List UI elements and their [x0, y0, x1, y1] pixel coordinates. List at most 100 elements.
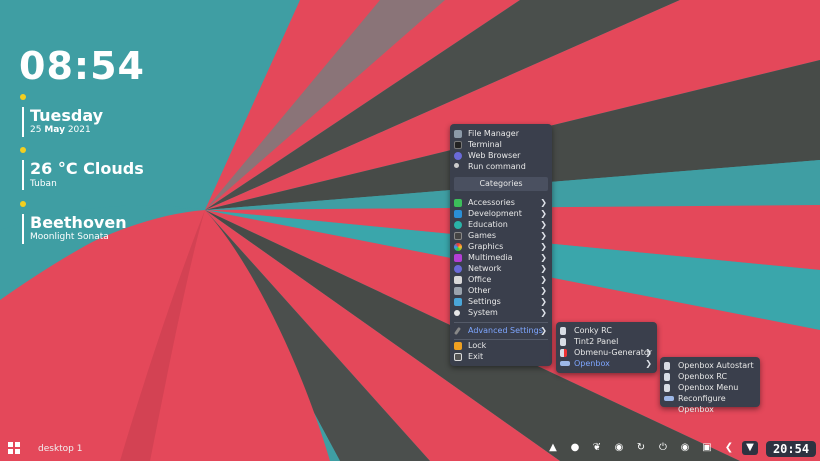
toggle-icon[interactable]: ● — [570, 443, 580, 453]
text-file-icon — [664, 384, 670, 392]
conky-bullet-icon — [20, 147, 26, 153]
chevron-right-icon: ❯ — [645, 348, 652, 357]
menu-item-label: Web Browser — [468, 151, 521, 160]
menu-item-terminal[interactable]: Terminal — [450, 139, 552, 150]
menu-item-advanced-settings[interactable]: Advanced Settings ❯ — [450, 325, 552, 336]
openbox-icon — [560, 361, 570, 366]
games-icon — [454, 232, 462, 240]
chevron-right-icon: ❯ — [645, 359, 652, 368]
menu-item-office[interactable]: Office ❯ — [450, 274, 552, 285]
openbox-submenu: Openbox Autostart Openbox RC Openbox Men… — [660, 357, 760, 414]
menu-item-label: Openbox Menu — [678, 383, 739, 392]
menu-item-label: Education — [468, 220, 508, 229]
menu-item-openbox[interactable]: Openbox ❯ — [556, 358, 657, 369]
conky-track: Moonlight Sonata — [30, 232, 109, 242]
menu-item-games[interactable]: Games ❯ — [450, 230, 552, 241]
menu-item-education[interactable]: Education ❯ — [450, 219, 552, 230]
menu-item-label: Settings — [468, 297, 501, 306]
menu-item-label: Advanced Settings — [468, 326, 543, 335]
chevron-right-icon: ❯ — [540, 286, 547, 295]
menu-item-label: Exit — [468, 352, 484, 361]
menu-item-lock[interactable]: Lock — [450, 340, 552, 351]
education-icon — [454, 221, 462, 229]
menu-item-label: Network — [468, 264, 502, 273]
menu-item-label: Games — [468, 231, 496, 240]
text-file-icon — [560, 327, 566, 335]
menu-item-label: Openbox Autostart — [678, 361, 754, 370]
menu-item-accessories[interactable]: Accessories ❯ — [450, 197, 552, 208]
network-icon[interactable]: ▼ — [742, 441, 758, 455]
menu-item-graphics[interactable]: Graphics ❯ — [450, 241, 552, 252]
menu-item-development[interactable]: Development ❯ — [450, 208, 552, 219]
other-icon — [454, 287, 462, 295]
categories-header: Categories — [454, 177, 548, 191]
office-icon — [454, 276, 462, 284]
menu-item-label: Other — [468, 286, 491, 295]
web-browser-icon — [454, 152, 462, 160]
menu-item-label: Openbox — [574, 359, 610, 368]
conky-date: 25 May 2021 — [30, 125, 91, 135]
menu-item-label: Multimedia — [468, 253, 513, 262]
palette-icon[interactable]: ◉ — [614, 443, 624, 453]
run-command-icon — [454, 163, 459, 168]
menu-item-label: Openbox RC — [678, 372, 728, 381]
refresh-icon[interactable]: ↻ — [636, 443, 646, 453]
menu-item-run-command[interactable]: Run command — [450, 161, 552, 172]
root-menu: File Manager Terminal Web Browser Run co… — [450, 124, 552, 366]
menu-item-exit[interactable]: Exit — [450, 351, 552, 362]
accessories-icon — [454, 199, 462, 207]
leaf-icon[interactable]: ❦ — [592, 443, 602, 453]
conky-bullet-icon — [20, 201, 26, 207]
multimedia-icon — [454, 254, 462, 262]
menu-item-label: Terminal — [468, 140, 502, 149]
lock-icon — [454, 342, 462, 350]
chevron-right-icon: ❯ — [540, 264, 547, 273]
power-icon[interactable]: ⏻ — [658, 443, 668, 453]
menu-item-system[interactable]: System ❯ — [450, 307, 552, 318]
menu-item-web-browser[interactable]: Web Browser — [450, 150, 552, 161]
menu-item-tint2-panel[interactable]: Tint2 Panel — [556, 336, 657, 347]
menu-item-label: Lock — [468, 341, 487, 350]
menu-editor-icon — [560, 349, 567, 357]
record-icon[interactable]: ◉ — [680, 443, 690, 453]
settings-icon — [454, 298, 462, 306]
panel-clock[interactable]: 20:54 — [766, 441, 816, 457]
menu-item-multimedia[interactable]: Multimedia ❯ — [450, 252, 552, 263]
menu-item-conky-rc[interactable]: Conky RC — [556, 325, 657, 336]
exit-icon — [454, 353, 462, 361]
text-file-icon — [560, 338, 566, 346]
menu-item-label: Run command — [468, 162, 526, 171]
menu-item-obmenu-generator[interactable]: Obmenu-Generator ❯ — [556, 347, 657, 358]
menu-item-label: Obmenu-Generator — [574, 348, 653, 357]
menu-item-reconfigure-openbox[interactable]: Reconfigure Openbox — [660, 393, 760, 414]
conky-weather: 26 °C Clouds — [30, 159, 144, 178]
menu-item-openbox-autostart[interactable]: Openbox Autostart — [660, 360, 760, 371]
menu-item-other[interactable]: Other ❯ — [450, 285, 552, 296]
menu-item-network[interactable]: Network ❯ — [450, 263, 552, 274]
desktop-name[interactable]: desktop 1 — [38, 444, 83, 454]
advanced-settings-submenu: Conky RC Tint2 Panel Obmenu-Generator ❯ O… — [556, 322, 657, 373]
menu-item-label: Office — [468, 275, 492, 284]
date-year: 2021 — [64, 125, 91, 135]
menu-item-label: File Manager — [468, 129, 519, 138]
divider — [22, 214, 24, 244]
back-icon[interactable]: ❮ — [724, 443, 734, 453]
menu-item-label: Development — [468, 209, 522, 218]
openbox-icon — [664, 396, 674, 401]
conky-day: Tuesday — [30, 106, 104, 125]
chevron-right-icon: ❯ — [540, 297, 547, 306]
mountain-icon[interactable]: ▲ — [548, 443, 558, 453]
menu-item-label: Accessories — [468, 198, 515, 207]
chevron-right-icon: ❯ — [540, 231, 547, 240]
chevron-right-icon: ❯ — [540, 242, 547, 251]
menu-item-file-manager[interactable]: File Manager — [450, 128, 552, 139]
menu-item-settings[interactable]: Settings ❯ — [450, 296, 552, 307]
app-menu-icon[interactable] — [8, 442, 20, 454]
menu-item-openbox-menu[interactable]: Openbox Menu — [660, 382, 760, 393]
menu-item-openbox-rc[interactable]: Openbox RC — [660, 371, 760, 382]
chevron-right-icon: ❯ — [540, 198, 547, 207]
text-file-icon — [664, 362, 670, 370]
gallery-icon[interactable]: ▣ — [702, 443, 712, 453]
menu-separator — [454, 322, 548, 323]
chevron-right-icon: ❯ — [540, 209, 547, 218]
